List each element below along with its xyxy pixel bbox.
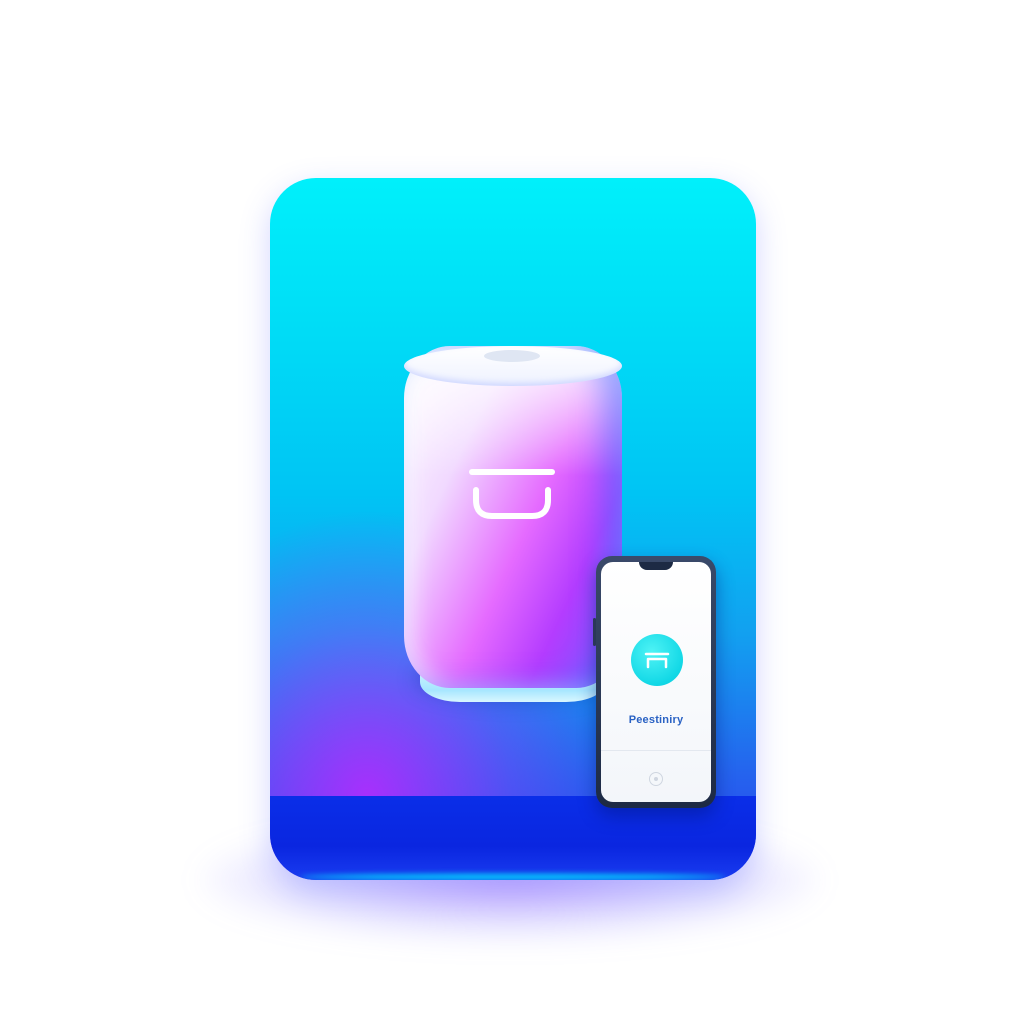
- phone-notch: [639, 562, 673, 570]
- phone-divider: [601, 750, 711, 751]
- phone-side-button: [593, 618, 596, 646]
- card-base: [270, 796, 756, 880]
- smart-speaker: [404, 346, 622, 708]
- phone-screen: Peestiniry: [601, 562, 711, 802]
- bowl-logo-icon: [466, 464, 558, 524]
- illustration-stage: Peestiniry: [0, 0, 1024, 1024]
- speaker-top-opening: [484, 350, 540, 362]
- app-name-label: Peestiniry: [628, 714, 684, 726]
- speaker-top: [404, 346, 622, 386]
- home-button-icon[interactable]: [649, 772, 663, 786]
- smartphone: Peestiniry: [593, 556, 716, 808]
- app-logo-icon[interactable]: [631, 634, 683, 686]
